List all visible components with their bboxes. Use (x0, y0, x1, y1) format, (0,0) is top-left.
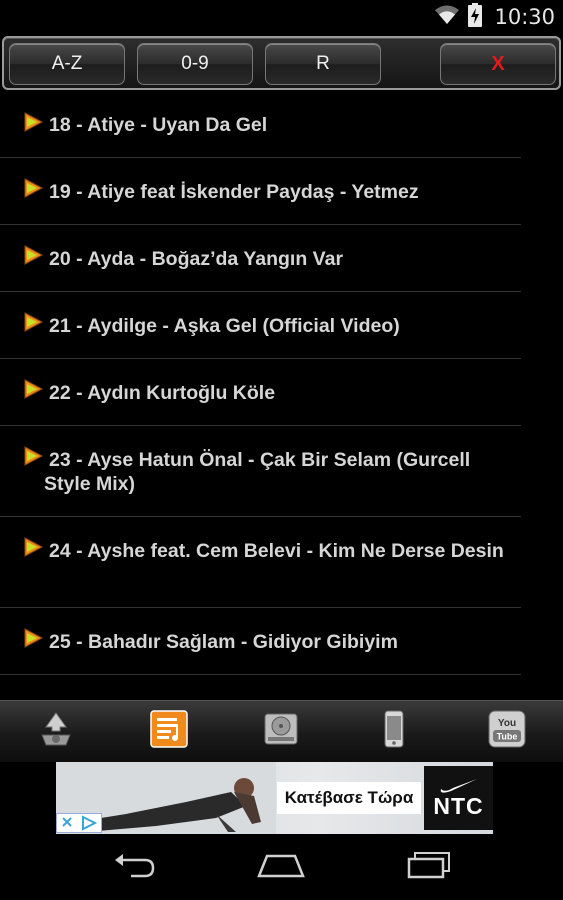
recents-button[interactable] (399, 847, 459, 887)
wifi-icon (434, 5, 460, 30)
song-title: 21 - Aydilge - Aşka Gel (Official Video) (49, 315, 400, 337)
toolbar: A-Z 0-9 R X (2, 36, 561, 90)
close-button[interactable]: X (440, 43, 556, 85)
sort-az-button[interactable]: A-Z (9, 43, 125, 85)
ad-brand-text: NTC (433, 792, 484, 819)
song-list-item[interactable]: 22 - Aydın Kurtoğlu Köle (0, 359, 521, 426)
song-list-item[interactable]: 18 - Atiye - Uyan Da Gel (0, 92, 521, 158)
play-icon (22, 310, 44, 339)
status-time: 10:30 (494, 5, 555, 29)
playlist-icon (150, 710, 188, 753)
tab-storage[interactable] (257, 708, 305, 756)
play-icon (22, 176, 44, 205)
play-icon (22, 110, 44, 139)
tab-youtube[interactable]: You Tube (483, 708, 531, 756)
sort-09-button[interactable]: 0-9 (137, 43, 253, 85)
play-icon (22, 535, 44, 564)
song-list-item[interactable]: 23 - Ayse Hatun Önal - Çak Bir Selam (Gu… (0, 426, 521, 517)
swoosh-icon (440, 778, 477, 793)
song-list-item[interactable]: 24 - Ayshe feat. Cem Belevi - Kim Ne Der… (0, 517, 521, 608)
song-title: 20 - Ayda - Boğaz’da Yangın Var (49, 248, 344, 270)
recycle-icon (36, 709, 76, 754)
bottom-tab-bar: You Tube (0, 700, 563, 762)
back-icon (111, 852, 157, 883)
play-icon (22, 377, 44, 406)
song-list-item[interactable]: 19 - Atiye feat İskender Paydaş - Yetmez (0, 158, 521, 225)
tab-recycle[interactable] (32, 708, 80, 756)
song-title: 23 - Ayse Hatun Önal - Çak Bir Selam (Gu… (44, 449, 471, 495)
svg-text:Tube: Tube (496, 732, 517, 742)
song-list-item[interactable]: 20 - Ayda - Boğaz’da Yangın Var (0, 225, 521, 292)
song-title: 18 - Atiye - Uyan Da Gel (49, 114, 268, 136)
play-icon (22, 243, 44, 272)
ad-brand-logo: NTC (424, 766, 493, 830)
hard-drive-icon (262, 710, 300, 753)
svg-text:You: You (498, 718, 516, 729)
status-bar: 10:30 (0, 0, 563, 34)
random-button[interactable]: R (265, 43, 381, 85)
tab-phone[interactable] (370, 708, 418, 756)
home-icon (255, 852, 307, 883)
recents-icon (405, 851, 453, 884)
system-nav-bar (0, 834, 563, 900)
back-button[interactable] (104, 847, 164, 887)
ad-download-button[interactable]: Κατέβασε Τώρα (277, 782, 421, 814)
song-title: 19 - Atiye feat İskender Paydaş - Yetmez (49, 181, 419, 203)
song-title: 24 - Ayshe feat. Cem Belevi - Kim Ne Der… (49, 540, 504, 562)
song-title: 25 - Bahadır Sağlam - Gidiyor Gibiyim (49, 631, 398, 653)
tab-playlist[interactable] (145, 708, 193, 756)
song-list-item[interactable]: 25 - Bahadır Sağlam - Gidiyor Gibiyim (0, 608, 521, 675)
song-title: 22 - Aydın Kurtoğlu Köle (49, 382, 276, 404)
home-button[interactable] (251, 847, 311, 887)
play-icon (22, 626, 44, 655)
ad-choices-icon[interactable] (56, 813, 102, 833)
youtube-icon: You Tube (488, 710, 526, 753)
phone-icon (382, 710, 406, 753)
battery-charging-icon (468, 2, 483, 32)
song-list[interactable]: 18 - Atiye - Uyan Da Gel 19 - Atiye feat… (0, 92, 563, 700)
play-icon (22, 444, 44, 473)
ad-image[interactable]: Κατέβασε Τώρα NTC (56, 762, 493, 834)
song-list-item[interactable]: 21 - Aydilge - Aşka Gel (Official Video) (0, 292, 521, 359)
